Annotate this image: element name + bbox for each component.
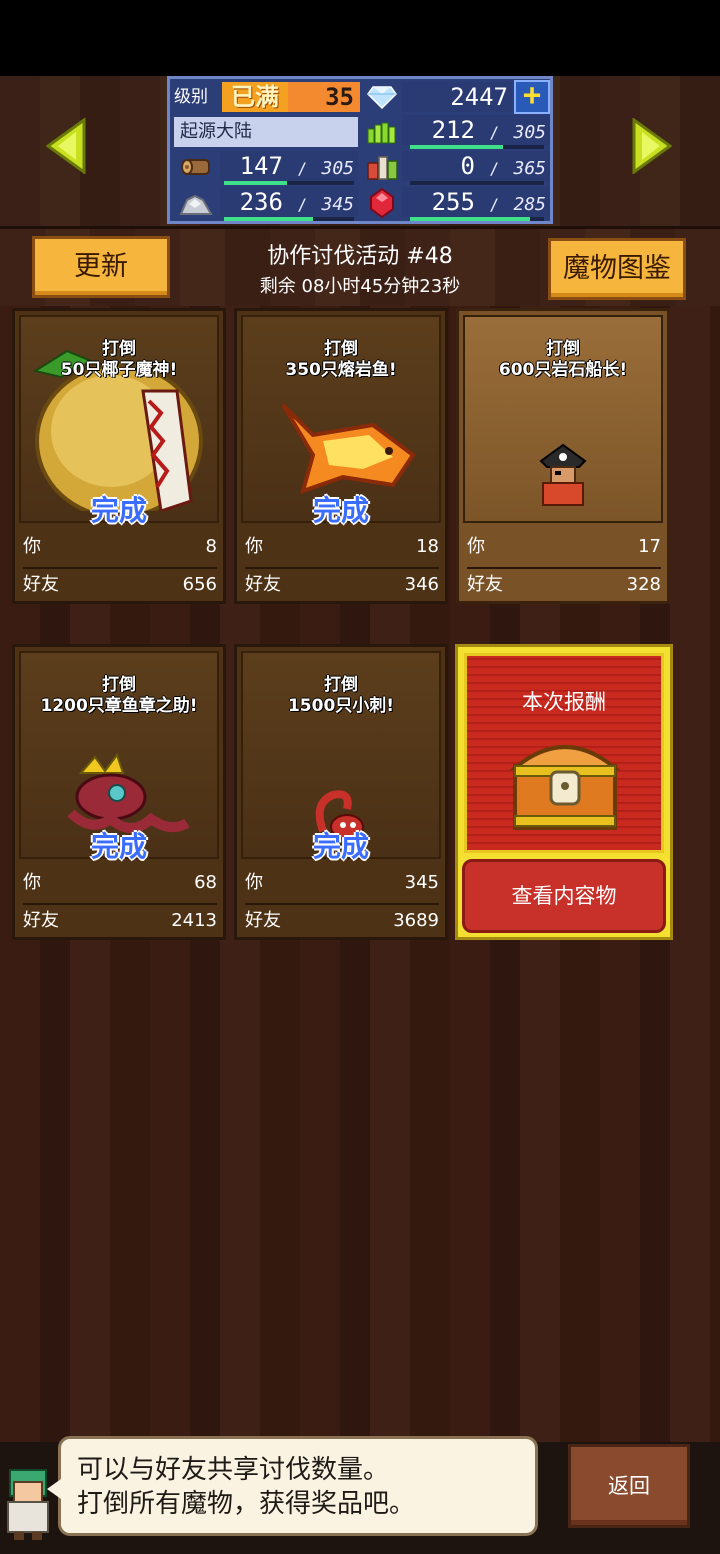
add-gems-button[interactable]: +	[514, 80, 550, 114]
update-button[interactable]: 更新	[32, 236, 170, 298]
card-art: 打倒 1200只章鱼章之助! 完成	[19, 651, 219, 863]
wood-bar	[224, 181, 354, 185]
monster-card-small-thorn[interactable]: 打倒 1500只小刺! 完成 你 345 好友 3689	[234, 644, 448, 940]
you-label: 你	[467, 536, 485, 557]
monster-card-lava-fish[interactable]: 打倒 350只熔岩鱼! 完成 你 18 好友 346	[234, 308, 448, 604]
ore-bar	[224, 217, 354, 221]
status-bar	[0, 0, 720, 76]
friends-count-row: 好友 656	[23, 567, 217, 599]
you-count: 18	[416, 536, 439, 557]
card-art: 打倒 50只椰子魔神! 完成	[19, 315, 219, 527]
friends-count: 656	[182, 574, 217, 595]
you-label: 你	[23, 536, 41, 557]
food-value: 0 / 365	[402, 151, 550, 181]
level-label: 级别	[174, 87, 208, 107]
event-timer: 剩余 08小时45分钟23秒	[259, 276, 461, 297]
ruby-value: 255 / 285	[402, 187, 550, 217]
guide-character-avatar	[7, 1469, 49, 1540]
tip-bubble: 可以与好友共享讨伐数量。 打倒所有魔物，获得奖品吧。	[47, 1436, 538, 1536]
you-label: 你	[245, 536, 263, 557]
wood-value: 147 / 305	[220, 151, 358, 181]
goal-verb: 打倒	[102, 675, 136, 695]
food-bar	[410, 181, 544, 185]
monster-card-rock-captain[interactable]: 打倒 600只岩石船长! 你 17 好友 328	[456, 308, 670, 604]
wood-icon	[178, 151, 214, 183]
diamond-icon	[364, 81, 400, 113]
your-count-row: 你 18	[245, 531, 439, 563]
tip-line-2: 打倒所有魔物，获得奖品吧。	[77, 1489, 416, 1519]
you-count: 8	[205, 536, 217, 557]
prev-arrow-icon[interactable]	[45, 117, 86, 175]
card-art: 打倒 350只熔岩鱼! 完成	[241, 315, 441, 527]
your-count-row: 你8	[23, 531, 217, 563]
you-label: 你	[23, 872, 41, 893]
gem-count: 2447	[402, 82, 512, 112]
complete-badge: 完成	[90, 494, 147, 527]
level-max-badge: 已满	[222, 82, 288, 112]
you-count: 345	[404, 872, 439, 893]
goal-target: 1200只章鱼章之助!	[40, 696, 198, 716]
food-icon	[364, 151, 400, 183]
friends-count: 2413	[171, 910, 217, 931]
complete-badge: 完成	[312, 830, 369, 863]
friends-count-row: 好友 328	[467, 567, 661, 599]
ruby-icon	[364, 187, 400, 219]
friends-label: 好友	[245, 910, 281, 931]
you-label: 你	[245, 872, 263, 893]
reward-art: 本次报酬	[464, 653, 664, 853]
friends-count-row: 好友 346	[245, 567, 439, 599]
tip-line-1: 可以与好友共享讨伐数量。	[77, 1455, 390, 1485]
friends-count: 328	[626, 574, 661, 595]
monster-card-coconut[interactable]: 打倒 50只椰子魔神! 完成 你8 好友 656	[12, 308, 226, 604]
grass-icon	[364, 116, 400, 148]
event-title: 协作讨伐活动 #48	[267, 244, 453, 269]
goal-target: 350只熔岩鱼!	[285, 360, 397, 380]
ore-icon	[178, 187, 214, 219]
card-art: 打倒 1500只小刺! 完成	[241, 651, 441, 863]
reward-title: 本次报酬	[522, 690, 606, 714]
goal-verb: 打倒	[324, 339, 358, 359]
friends-label: 好友	[23, 910, 59, 931]
goal-target: 1500只小刺!	[287, 696, 395, 716]
you-count: 68	[194, 872, 217, 893]
treasure-chest-icon	[509, 745, 621, 830]
your-count-row: 你 17	[467, 531, 661, 563]
monster-card-octopus[interactable]: 打倒 1200只章鱼章之助! 完成 你 68 好友 2413	[12, 644, 226, 940]
grass-value: 212 / 305	[402, 115, 550, 145]
you-count: 17	[638, 536, 661, 557]
friends-count: 3689	[393, 910, 439, 931]
next-arrow-icon[interactable]	[632, 117, 673, 175]
resource-panel: 级别 已满 35 2447 + 起源大陆 212 / 305 147 / 305…	[167, 76, 553, 224]
ore-value: 236 / 345	[220, 187, 358, 217]
friends-count-row: 好友 2413	[23, 903, 217, 935]
goal-target: 600只岩石船长!	[498, 360, 628, 380]
goal-target: 50只椰子魔神!	[60, 360, 178, 380]
friends-count: 346	[404, 574, 439, 595]
friends-label: 好友	[245, 574, 281, 595]
goal-verb: 打倒	[324, 675, 358, 695]
complete-badge: 完成	[90, 830, 147, 863]
reward-panel: 本次报酬 查看内容物	[455, 644, 673, 940]
back-button[interactable]: 返回	[568, 1444, 690, 1528]
monster-codex-button[interactable]: 魔物图鉴	[548, 238, 686, 300]
your-count-row: 你 345	[245, 867, 439, 899]
complete-badge: 完成	[312, 494, 369, 527]
grass-bar	[410, 145, 544, 149]
your-count-row: 你 68	[23, 867, 217, 899]
friends-label: 好友	[467, 574, 503, 595]
ruby-bar	[410, 217, 544, 221]
friends-count-row: 好友 3689	[245, 903, 439, 935]
card-art: 打倒 600只岩石船长!	[463, 315, 663, 523]
rock-captain-icon	[539, 443, 587, 506]
friends-label: 好友	[23, 574, 59, 595]
goal-verb: 打倒	[102, 339, 136, 359]
region-name: 起源大陆	[174, 117, 358, 147]
level-value: 35	[288, 82, 360, 112]
goal-verb: 打倒	[546, 339, 580, 359]
view-contents-button[interactable]: 查看内容物	[462, 859, 666, 933]
